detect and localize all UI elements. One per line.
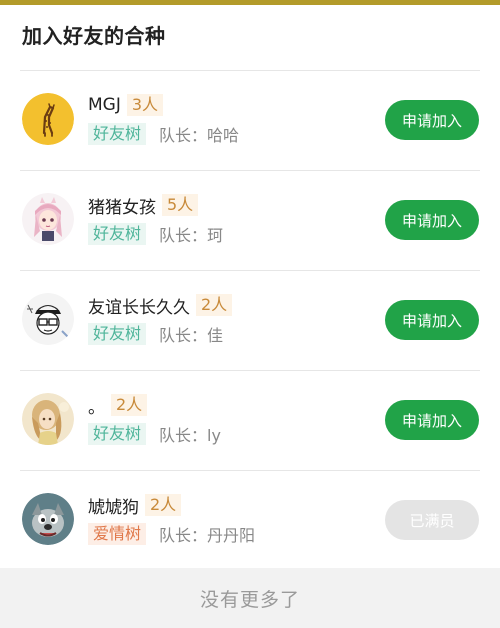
team-list: MGJ 3人 好友树 队长：哈哈 申请加入 猪猪女孩 5人 好友树 队长：珂 申…: [0, 70, 500, 570]
no-more-label: 没有更多了: [199, 588, 300, 611]
cartoon-boy-avatar-icon: [22, 293, 74, 345]
team-name: 友谊长长久久: [88, 297, 190, 318]
apply-join-button[interactable]: 申请加入: [385, 100, 479, 140]
apply-join-button[interactable]: 申请加入: [385, 300, 479, 340]
member-count-badge: 2人: [196, 294, 233, 316]
member-count-badge: 3人: [126, 94, 164, 116]
tree-type-badge: 好友树: [88, 223, 147, 245]
captain-label: 队长：ly: [159, 426, 221, 445]
member-count-badge: 2人: [111, 394, 148, 416]
member-count-badge: 5人: [162, 194, 199, 216]
giraffe-avatar-icon: [22, 93, 74, 145]
team-name: 猪猪女孩: [88, 197, 156, 218]
captain-label: 队长：丹丹阳: [159, 526, 256, 545]
page-title: 加入好友的合种: [22, 24, 166, 48]
tree-type-badge: 好友树: [88, 123, 147, 145]
team-name: 虓虓狗: [88, 497, 139, 518]
team-name: 。: [88, 397, 105, 418]
team-row: 。 2人 好友树 队长：ly 申请加入: [20, 370, 480, 470]
team-name: MGJ: [88, 95, 121, 115]
cartoon-dog-avatar-icon: [22, 493, 74, 545]
list-footer: 没有更多了: [0, 568, 500, 628]
team-full-button: 已满员: [385, 500, 479, 540]
team-row: 猪猪女孩 5人 好友树 队长：珂 申请加入: [20, 170, 480, 270]
captain-label: 队长：珂: [159, 226, 224, 245]
captain-label: 队长：哈哈: [159, 126, 240, 145]
painted-girl-avatar-icon: [22, 393, 74, 445]
anime-girl-avatar-icon: [22, 193, 74, 245]
team-row: 友谊长长久久 2人 好友树 队长：佳 申请加入: [20, 270, 480, 370]
captain-label: 队长：佳: [159, 326, 224, 345]
tree-type-badge: 爱情树: [88, 523, 147, 545]
apply-join-button[interactable]: 申请加入: [385, 400, 479, 440]
team-row: MGJ 3人 好友树 队长：哈哈 申请加入: [20, 70, 480, 170]
apply-join-button[interactable]: 申请加入: [385, 200, 479, 240]
tree-type-badge: 好友树: [88, 423, 147, 445]
top-accent-bar: [0, 0, 500, 5]
team-row: 虓虓狗 2人 爱情树 队长：丹丹阳 已满员: [20, 470, 480, 570]
member-count-badge: 2人: [145, 494, 182, 516]
tree-type-badge: 好友树: [88, 323, 147, 345]
